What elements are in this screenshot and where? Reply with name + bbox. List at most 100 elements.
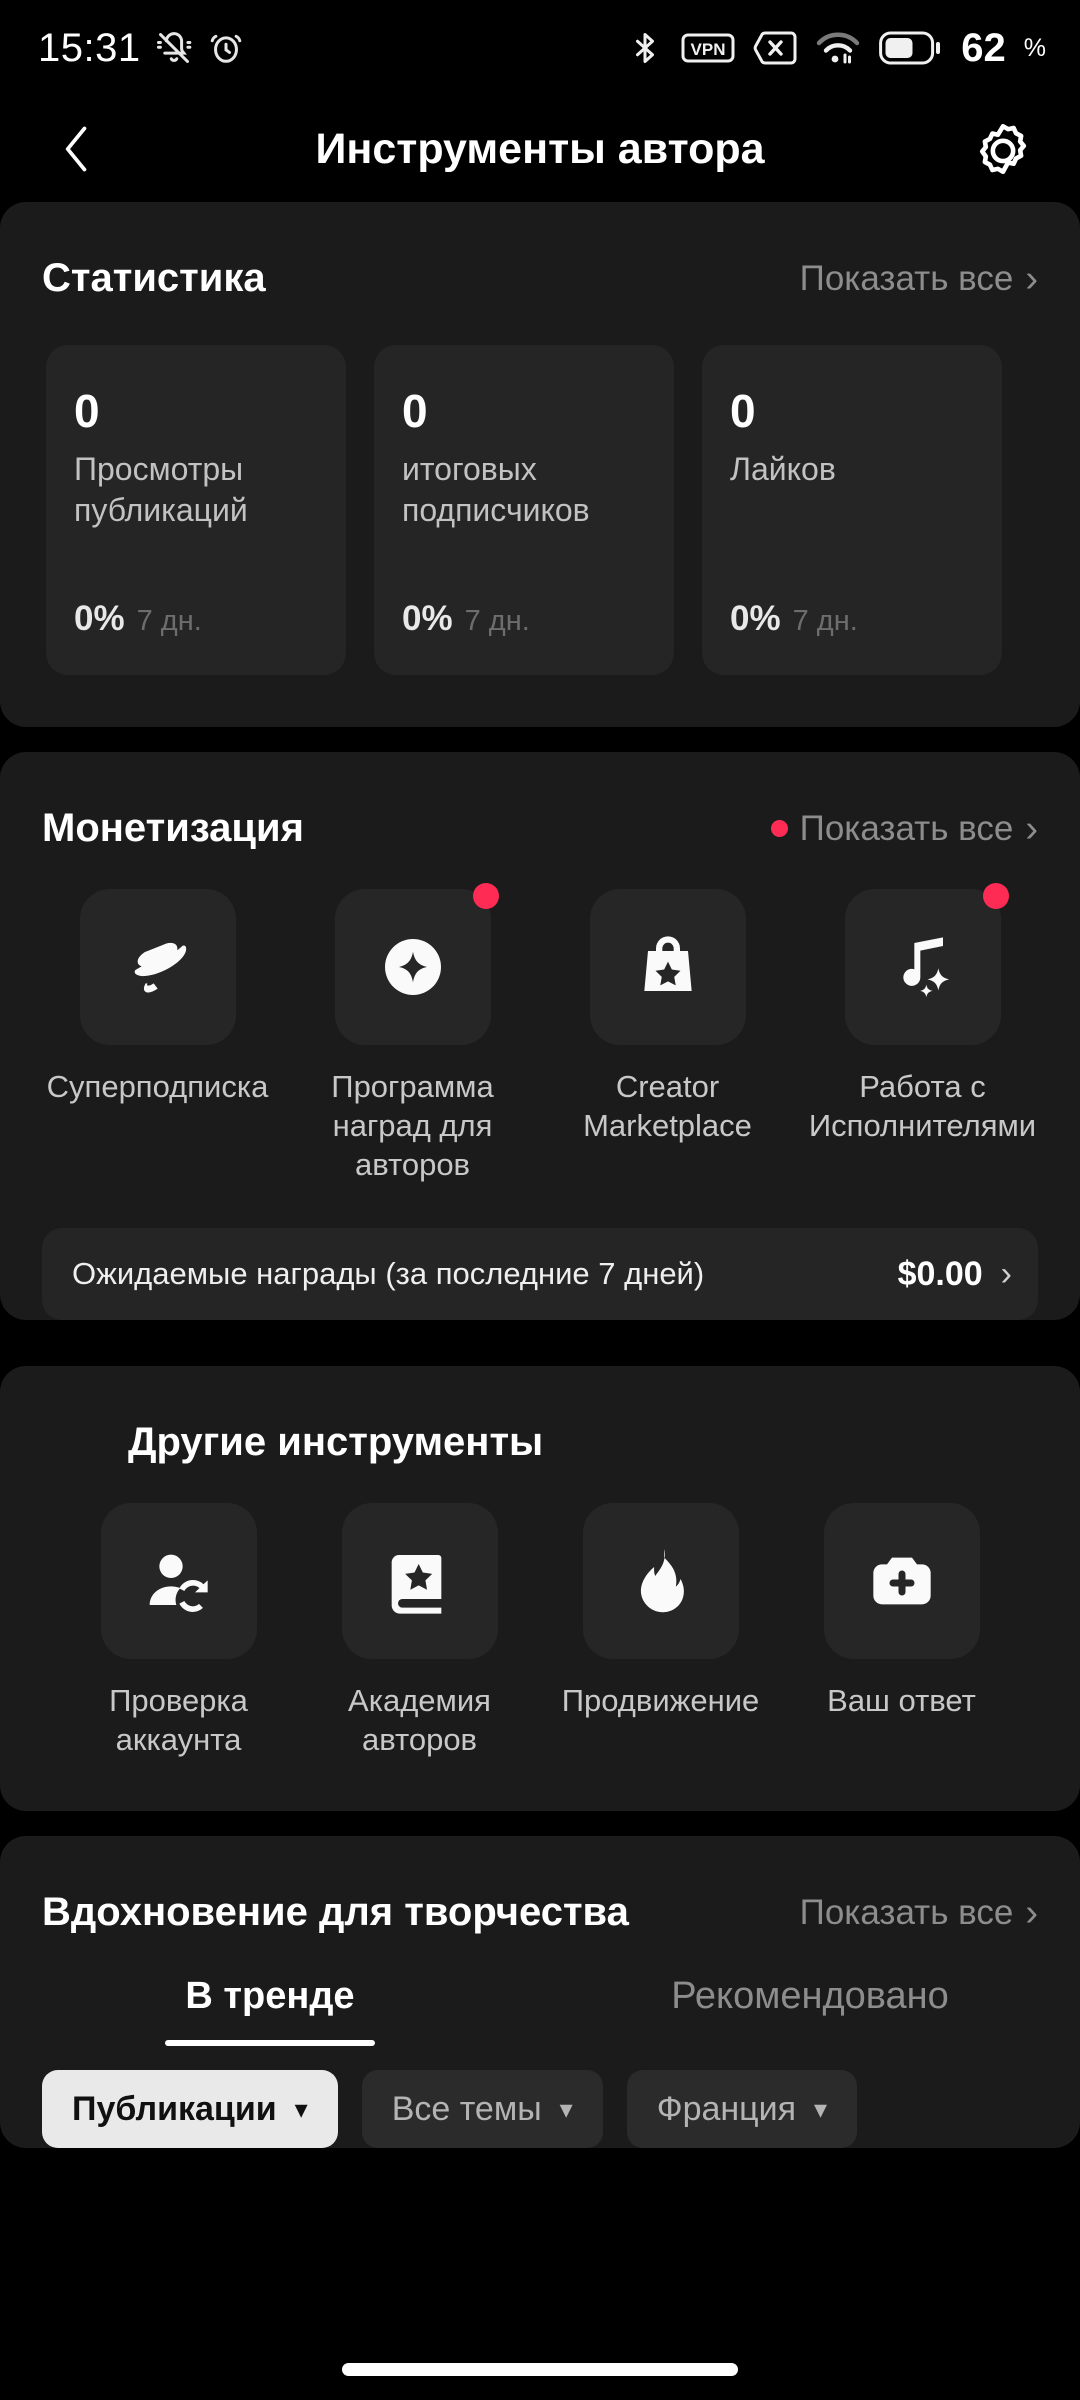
- stat-value: 0: [730, 385, 756, 437]
- monetization-item-creator-marketplace[interactable]: Creator Marketplace: [540, 889, 795, 1184]
- monetization-item-work-with-artists[interactable]: Работа с Исполнителями: [795, 883, 1050, 1184]
- home-indicator[interactable]: [342, 2363, 738, 2376]
- inspiration-show-all-button[interactable]: Показать все ›: [800, 1893, 1038, 1933]
- other-tools-panel: Другие инструменты Проверка аккаунта Ака…: [0, 1366, 1080, 1812]
- expected-rewards-amount: $0.00: [897, 1254, 983, 1293]
- notification-dot-icon: [770, 820, 788, 837]
- person-refresh-icon: [139, 1541, 219, 1621]
- status-bar-clock: 15:31: [38, 25, 141, 70]
- other-tools-item-label: Ваш ответ: [827, 1683, 976, 1719]
- chevron-right-icon: ›: [1025, 807, 1038, 850]
- settings-button[interactable]: [968, 114, 1038, 184]
- inspiration-tabs: В тренде Рекомендовано: [0, 1935, 1080, 2047]
- filter-chip-country-label: Франция: [656, 2089, 797, 2128]
- status-bar: 15:31 VPN 62 %: [0, 0, 1080, 96]
- stat-delta-percent: 0%: [730, 599, 781, 638]
- tab-recommended-label: Рекомендовано: [671, 1975, 949, 2018]
- monetization-item-label: Программа наград для авторов: [331, 1069, 494, 1183]
- filter-chip-country[interactable]: Франция ▾: [626, 2070, 858, 2149]
- statistics-cards-scroller[interactable]: 0 Просмотры публикаций 0% 7 дн. 0 итогов…: [0, 301, 1080, 727]
- icon-tile: [79, 889, 236, 1045]
- statistics-show-all-label: Показать все: [799, 258, 1014, 298]
- other-tools-item-label: Продвижение: [561, 1683, 760, 1719]
- other-tools-item-promotion[interactable]: Продвижение: [540, 1503, 781, 1759]
- stat-label: Просмотры публикаций: [74, 451, 248, 529]
- status-bar-right: VPN 62 %: [627, 26, 1046, 71]
- expected-rewards-value-group: $0.00 ›: [898, 1255, 1012, 1294]
- stat-delta-percent: 0%: [402, 599, 453, 638]
- monetization-grid: Суперподписка Программа наград для автор…: [0, 851, 1080, 1184]
- monetization-show-all-button[interactable]: Показать все ›: [770, 807, 1038, 850]
- book-star-icon: [380, 1541, 460, 1621]
- stat-label: Лайков: [730, 451, 836, 488]
- other-tools-item-your-reply[interactable]: Ваш ответ: [781, 1503, 1022, 1759]
- inspiration-filter-chips: Публикации ▾ Все темы ▾ Франция ▾: [0, 2046, 1080, 2149]
- chevron-down-icon: ▾: [559, 2093, 573, 2124]
- monetization-show-all-label: Показать все: [799, 808, 1014, 848]
- statistics-title: Статистика: [42, 256, 266, 300]
- bottom-bar: [0, 2304, 1080, 2400]
- monetization-panel: Монетизация Показать все › Суперподписка…: [0, 752, 1080, 1321]
- stat-delta: 0% 7 дн.: [730, 599, 974, 675]
- monetization-item-label: Creator Marketplace: [583, 1069, 752, 1144]
- back-button[interactable]: [42, 114, 112, 184]
- stat-delta-period: 7 дн.: [792, 605, 858, 637]
- statistics-show-all-button[interactable]: Показать все ›: [800, 259, 1038, 299]
- tab-recommended[interactable]: Рекомендовано: [540, 1975, 1080, 2046]
- other-tools-header: Другие инструменты: [0, 1366, 1080, 1465]
- page-title: Инструменты автора: [315, 124, 765, 173]
- filter-chip-publications[interactable]: Публикации ▾: [42, 2070, 338, 2149]
- music-note-sparkle-icon: [883, 927, 963, 1007]
- flame-icon: [621, 1541, 701, 1621]
- status-bar-left: 15:31: [38, 26, 245, 71]
- sim-off-icon: [753, 29, 797, 67]
- icon-tile: [589, 889, 746, 1045]
- monetization-item-rewards-program[interactable]: Программа наград для авторов: [285, 883, 540, 1184]
- planet-icon: [118, 927, 198, 1007]
- stat-delta-percent: 0%: [74, 599, 125, 638]
- filter-chip-all-topics[interactable]: Все темы ▾: [361, 2070, 603, 2149]
- monetization-header: Монетизация Показать все ›: [0, 752, 1080, 851]
- inspiration-panel: Вдохновение для творчества Показать все …: [0, 1836, 1080, 2149]
- chevron-down-icon: ▾: [294, 2093, 308, 2124]
- icon-tile: [341, 1503, 498, 1660]
- bluetooth-icon: [627, 28, 663, 68]
- alarm-clock-icon: [207, 29, 245, 67]
- stat-card[interactable]: 0 Лайков 0% 7 дн.: [702, 345, 1002, 675]
- notification-dot-icon: [982, 883, 1009, 909]
- icon-tile: [844, 883, 1009, 1045]
- battery-percent-symbol: %: [1023, 33, 1046, 62]
- stat-value: 0: [402, 385, 428, 437]
- icon-tile: [823, 1503, 980, 1660]
- monetization-title: Монетизация: [42, 806, 304, 850]
- stat-card[interactable]: 0 Просмотры публикаций 0% 7 дн.: [46, 345, 346, 675]
- stat-delta: 0% 7 дн.: [402, 599, 646, 675]
- stat-value: 0: [74, 385, 100, 437]
- filter-chip-all-topics-label: Все темы: [391, 2089, 542, 2128]
- other-tools-item-account-check[interactable]: Проверка аккаунта: [58, 1503, 299, 1759]
- icon-tile: [100, 1503, 257, 1660]
- tab-trending-label: В тренде: [185, 1975, 355, 2018]
- icon-tile: [582, 1503, 739, 1660]
- expected-rewards-row[interactable]: Ожидаемые награды (за последние 7 дней) …: [42, 1228, 1038, 1321]
- gear-icon: [974, 120, 1032, 178]
- other-tools-item-creator-academy[interactable]: Академия авторов: [299, 1503, 540, 1759]
- camera-plus-icon: [862, 1541, 942, 1621]
- stat-card[interactable]: 0 итоговых подписчиков 0% 7 дн.: [374, 345, 674, 675]
- other-tools-item-label: Проверка аккаунта: [109, 1683, 248, 1758]
- battery-level: 62: [961, 25, 1006, 70]
- nav-bar: Инструменты автора: [0, 96, 1080, 202]
- statistics-header: Статистика Показать все ›: [0, 202, 1080, 301]
- stat-label: итоговых подписчиков: [402, 451, 590, 529]
- chevron-right-icon: ›: [1025, 1891, 1038, 1934]
- icon-tile: [334, 883, 499, 1045]
- tab-trending[interactable]: В тренде: [0, 1975, 540, 2047]
- expected-rewards-label: Ожидаемые награды (за последние 7 дней): [72, 1256, 705, 1292]
- shopping-bag-star-icon: [628, 927, 708, 1007]
- wifi-icon: [815, 29, 861, 67]
- vpn-icon: VPN: [681, 29, 735, 67]
- star-circle-icon: [373, 927, 453, 1007]
- monetization-item-superpodpiska[interactable]: Суперподписка: [30, 889, 285, 1184]
- chevron-right-icon: ›: [1025, 257, 1038, 300]
- monetization-item-label: Работа с Исполнителями: [808, 1069, 1037, 1144]
